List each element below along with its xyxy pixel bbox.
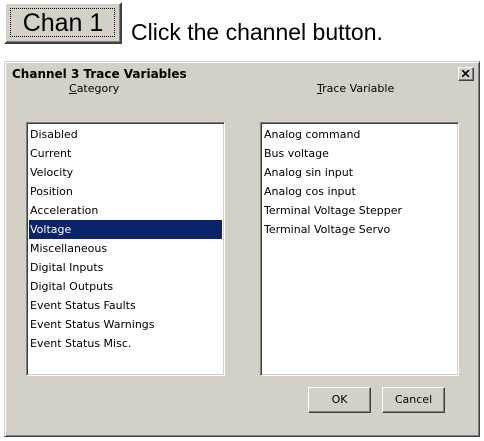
category-item[interactable]: Event Status Warnings [29,315,222,334]
dialog-title: Channel 3 Trace Variables [12,67,187,81]
ok-button[interactable]: OK [308,387,371,413]
trace-variable-listbox[interactable]: Analog command Bus voltage Analog sin inpu… [260,122,459,376]
category-item[interactable]: Velocity [29,163,222,182]
trace-variable-item[interactable]: Analog cos input [263,182,456,201]
category-item[interactable]: Miscellaneous [29,239,222,258]
category-header: Category [69,82,119,95]
trace-variables-dialog: Channel 3 Trace Variables Category Trace… [4,61,480,437]
category-item[interactable]: Event Status Misc. [29,334,222,353]
category-item[interactable]: Current [29,144,222,163]
category-item[interactable]: Position [29,182,222,201]
instruction-text: Click the channel button. [131,19,383,45]
trace-variable-header: Trace Variable [317,82,394,95]
trace-variable-item[interactable]: Bus voltage [263,144,456,163]
category-header-text: ategory [76,82,120,95]
chan-1-button-label: Chan 1 [22,9,104,37]
trace-variable-item[interactable]: Terminal Voltage Stepper [263,201,456,220]
category-item[interactable]: Digital Inputs [29,258,222,277]
trace-variable-item[interactable]: Terminal Voltage Servo [263,220,456,239]
category-item[interactable]: Disabled [29,125,222,144]
category-item-selected[interactable]: Voltage [29,220,222,239]
trace-variable-header-text: race Variable [322,82,395,95]
trace-variable-item[interactable]: Analog sin input [263,163,456,182]
cancel-button[interactable]: Cancel [382,387,445,413]
close-icon [462,70,470,77]
close-button[interactable] [458,67,474,81]
trace-variable-item[interactable]: Analog command [263,125,456,144]
category-listbox[interactable]: Disabled Current Velocity Position Accelerat… [26,122,225,376]
category-item[interactable]: Digital Outputs [29,277,222,296]
category-item[interactable]: Event Status Faults [29,296,222,315]
chan-1-button[interactable]: Chan 1 [4,2,122,44]
category-item[interactable]: Acceleration [29,201,222,220]
category-header-mnemonic: C [69,82,77,95]
